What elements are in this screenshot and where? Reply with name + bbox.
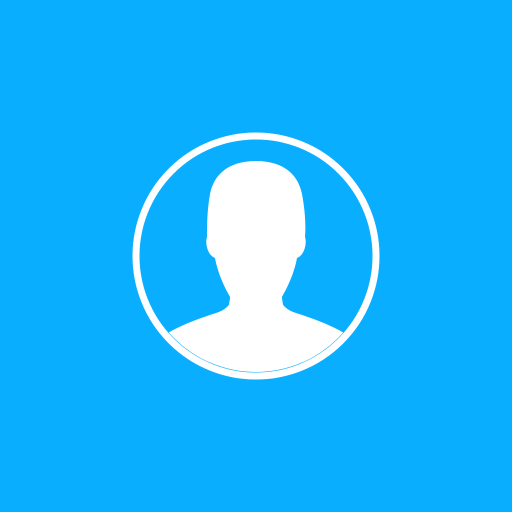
user-avatar-icon — [0, 0, 512, 512]
avatar-tile — [0, 0, 512, 512]
